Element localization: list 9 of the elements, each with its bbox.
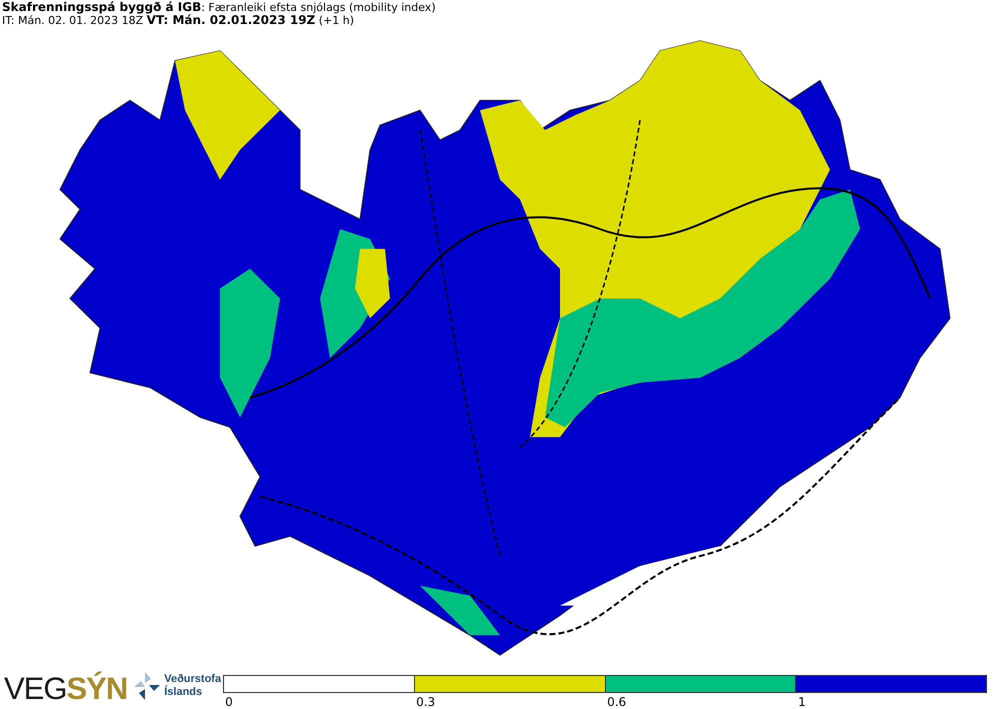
scale-tick-label: 0.6 bbox=[607, 695, 626, 709]
star-arrows-icon bbox=[133, 671, 162, 701]
vegsyn-logo: VEGSÝN bbox=[4, 673, 128, 704]
scale-tick-label: 1 bbox=[798, 695, 806, 709]
map-title: Skafrenningsspá byggð á IGB: Færanleiki efsta snjólags (mobility index) bbox=[2, 1, 437, 14]
time-info: IT: Mán. 02. 01. 2023 18Z VT: Mán. 02.01.2023 19Z (+1 h) bbox=[2, 14, 354, 27]
scale-tick-label: 0.3 bbox=[416, 695, 436, 709]
scale-tick-label: 0 bbox=[225, 695, 233, 709]
vedurstofa-logo-text: Veðurstofa Íslands bbox=[164, 673, 222, 699]
